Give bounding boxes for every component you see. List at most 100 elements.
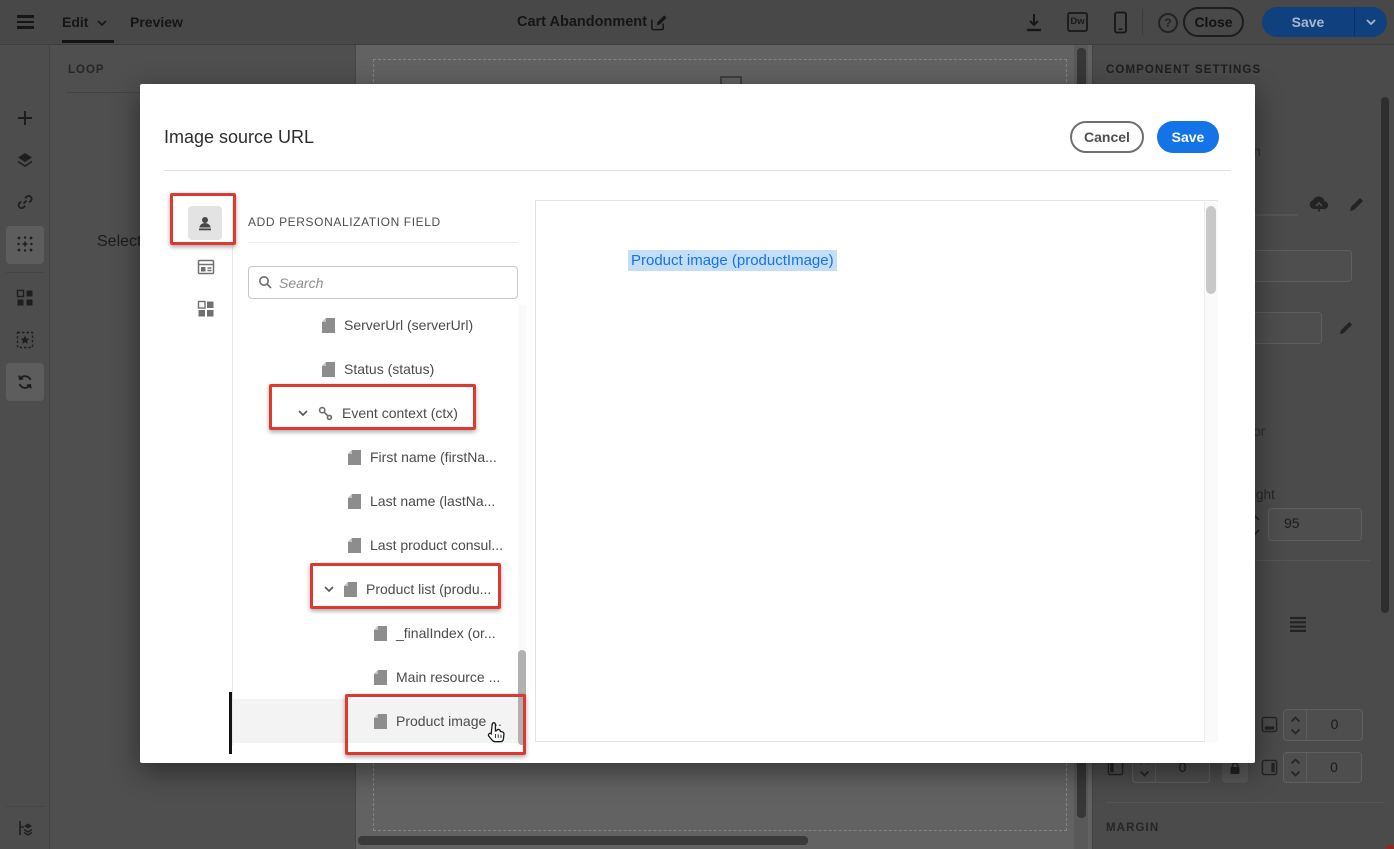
document-icon [344, 581, 357, 597]
tree-item-label: Event context (ctx) [342, 405, 458, 421]
add-component-icon[interactable] [16, 109, 34, 127]
annotation-fragment [1386, 845, 1394, 849]
link-icon[interactable] [16, 193, 34, 211]
context-key-icon [318, 406, 333, 420]
tree-item-product-image[interactable]: Product image ... [233, 699, 518, 743]
tree-selection-indicator [229, 692, 232, 754]
margin-section-header: MARGIN [1106, 822, 1160, 834]
height-input[interactable]: 95 [1268, 508, 1362, 541]
stepper-chevrons-icon[interactable] [1284, 710, 1307, 740]
height-value: 95 [1284, 515, 1300, 531]
layers-icon[interactable] [16, 151, 34, 169]
document-icon [322, 317, 335, 333]
tree-item-serverurl[interactable]: ServerUrl (serverUrl) [233, 312, 518, 338]
tree-item-first-name[interactable]: First name (firstNa... [233, 444, 518, 470]
padding-bottom-stepper[interactable]: 0 [1283, 709, 1363, 741]
mobile-preview-icon[interactable] [1113, 11, 1128, 34]
save-button[interactable]: Save [1262, 7, 1354, 37]
padding-right-icon[interactable] [1261, 759, 1278, 776]
tab-preview[interactable]: Preview [130, 14, 183, 30]
tree-item-label: _finalIndex (or... [396, 625, 496, 641]
document-icon [374, 625, 387, 641]
tree-item-label: Product image ... [396, 713, 502, 729]
document-icon [374, 713, 387, 729]
panel-divider [248, 242, 518, 243]
tree-item-label: ServerUrl (serverUrl) [344, 317, 474, 333]
personalization-panel-header: ADD PERSONALIZATION FIELD [248, 215, 441, 229]
canvas-horizontal-scrollbar-thumb[interactable] [358, 836, 808, 845]
tree-item-status[interactable]: Status (status) [233, 356, 518, 382]
app-screen: Edit Preview Cart Abandonment Dw ? Close… [0, 0, 1394, 849]
chevron-down-icon[interactable] [296, 407, 310, 419]
cancel-button[interactable]: Cancel [1070, 121, 1144, 153]
dialog-save-button[interactable]: Save [1157, 121, 1219, 153]
toolbar-divider [1142, 9, 1143, 35]
left-icon-rail [0, 45, 50, 849]
padding-right-stepper[interactable]: 0 [1283, 752, 1362, 783]
upload-cloud-icon[interactable] [1308, 194, 1330, 213]
tree-item-label: Product list (produ... [366, 581, 492, 597]
tree-item-last-product-consulted[interactable]: Last product consul... [233, 532, 518, 558]
padding-bottom-value: 0 [1330, 716, 1339, 732]
tree-scrollbar-thumb[interactable] [518, 650, 526, 745]
document-icon [348, 449, 361, 465]
profile-icon [199, 217, 211, 231]
tab-content-blocks[interactable] [197, 300, 215, 318]
search-box [248, 266, 518, 299]
panel-divider [1255, 560, 1370, 561]
align-justify-icon[interactable] [1289, 616, 1307, 633]
height-label-fragment: ight [1253, 487, 1275, 502]
tree-item-label: Last product consul... [370, 537, 504, 553]
tree-item-label: First name (firstNa... [370, 449, 497, 465]
settings-input-field[interactable] [1240, 250, 1352, 282]
panel-divider [1106, 802, 1385, 803]
component-settings-header: COMPONENT SETTINGS [1106, 64, 1262, 76]
tab-edit[interactable]: Edit [62, 14, 88, 30]
rail-divider [6, 806, 44, 807]
dreamweaver-icon[interactable]: Dw [1067, 12, 1088, 32]
tab-form-fields[interactable] [197, 258, 215, 276]
top-toolbar: Edit Preview Cart Abandonment Dw ? Close… [0, 0, 1394, 45]
rail-divider [6, 272, 44, 273]
tree-item-last-name[interactable]: Last name (lastNa... [233, 488, 518, 514]
edit-pencil-icon[interactable] [1348, 195, 1366, 213]
editor-scrollbar-thumb[interactable] [1206, 206, 1216, 294]
dialog-header-divider [164, 170, 1231, 171]
padding-bottom-icon[interactable] [1261, 716, 1278, 733]
loop-panel-text: Select [97, 233, 142, 250]
dialog-title: Image source URL [164, 127, 315, 147]
personalization-icon[interactable] [16, 235, 34, 253]
help-icon[interactable]: ? [1158, 13, 1178, 33]
tree-item-product-list[interactable]: Product list (produ... [233, 576, 518, 602]
tree-item-label: Status (status) [344, 361, 435, 377]
document-icon [374, 669, 387, 685]
settings-scrollbar-thumb[interactable] [1381, 97, 1389, 613]
download-icon[interactable] [1024, 12, 1044, 33]
loop-panel-header: LOOP [68, 64, 105, 76]
personalization-token[interactable]: Product image (productImage) [628, 250, 837, 271]
tree-item-label: Main resource ... [396, 669, 501, 685]
tree-item-label: Last name (lastNa... [370, 493, 496, 509]
edit-pencil-icon[interactable] [1338, 319, 1355, 336]
structure-tree-icon[interactable] [16, 819, 34, 837]
document-icon [348, 537, 361, 553]
tab-profile-fields[interactable] [188, 206, 222, 240]
chevron-down-icon [1366, 19, 1376, 26]
save-dropdown-button[interactable] [1354, 7, 1387, 37]
tree-item-main-resource[interactable]: Main resource ... [233, 664, 518, 690]
fragment-star-icon[interactable] [16, 331, 34, 349]
sync-icon[interactable] [16, 373, 34, 391]
url-expression-editor[interactable]: Product image (productImage) [535, 200, 1218, 742]
rename-pencil-icon[interactable] [649, 13, 668, 32]
search-input[interactable] [279, 267, 514, 298]
tree-item-event-context[interactable]: Event context (ctx) [233, 400, 518, 426]
chevron-down-icon[interactable] [322, 583, 336, 595]
search-icon [259, 276, 272, 289]
chevron-down-icon[interactable] [96, 17, 108, 29]
components-grid-icon[interactable] [16, 289, 34, 307]
tree-item-finalindex[interactable]: _finalIndex (or... [233, 620, 518, 646]
hamburger-menu-icon[interactable] [17, 15, 34, 29]
close-button[interactable]: Close [1183, 7, 1244, 37]
field-underline [1255, 214, 1298, 216]
stepper-chevrons-icon[interactable] [1284, 753, 1307, 782]
